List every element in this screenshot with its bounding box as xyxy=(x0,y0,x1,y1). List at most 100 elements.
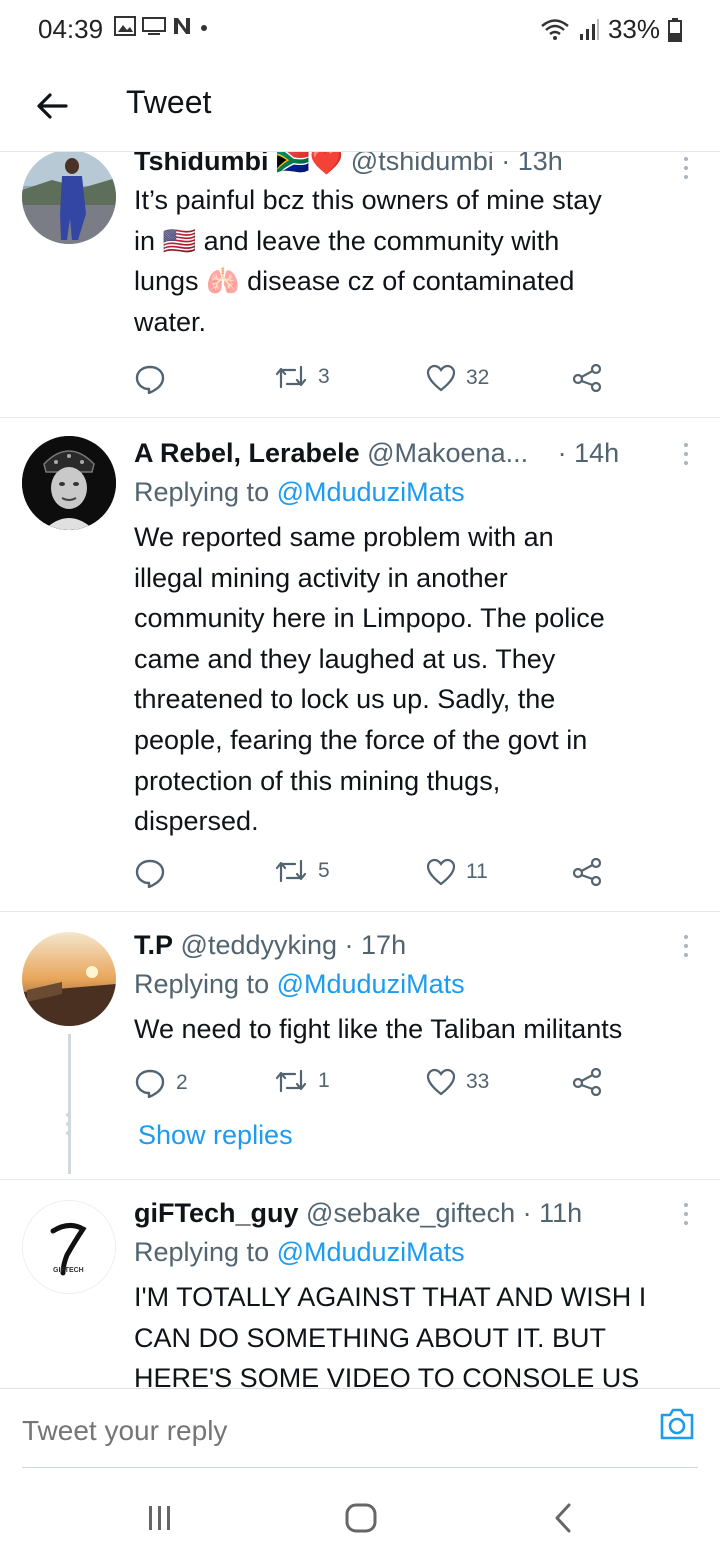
dot-icon xyxy=(201,25,207,31)
heart-icon xyxy=(426,1068,456,1096)
share-icon xyxy=(572,858,602,886)
display-name[interactable]: Tshidumbi xyxy=(134,152,269,176)
tweet-text-line: dispersed. xyxy=(134,806,259,837)
home-icon[interactable] xyxy=(344,1502,378,1534)
mention-link[interactable]: @MduduziMats xyxy=(277,1237,465,1267)
tweet-text-line: water. xyxy=(134,306,207,337)
avatar-logo-text: GIFTECH xyxy=(53,1267,84,1274)
mention-link[interactable]: @MduduziMats xyxy=(277,969,465,999)
tweet-text-line: We reported same problem with an xyxy=(134,522,554,552)
retweet-icon xyxy=(275,1069,307,1093)
reply-button[interactable] xyxy=(134,364,176,394)
tweet-header: giFTech_guy @sebake_giftech · 11h xyxy=(134,1194,700,1232)
tweet-thread[interactable]: Tshidumbi 🇿🇦❤️ @tshidumbi · 13h It’s pai… xyxy=(0,152,720,1388)
replying-to: Replying to @MduduziMats xyxy=(134,472,700,512)
battery-percent: 33% xyxy=(607,14,660,44)
display-name[interactable]: T.P xyxy=(134,930,173,960)
tweet-item[interactable]: GIFTECH giFTech_guy @sebake_giftech · 11… xyxy=(0,1180,720,1388)
thread-dots-icon xyxy=(66,1113,70,1135)
more-options-icon[interactable] xyxy=(682,1202,690,1226)
retweet-icon xyxy=(275,365,307,389)
tweet-header: A Rebel, Lerabele @Makoena... · 14h xyxy=(134,434,700,472)
tweet-time: · 14h xyxy=(557,438,620,468)
top-bar: Tweet xyxy=(0,60,720,152)
tweet-text-line: came and they laughed at us. They xyxy=(134,643,556,674)
tweet-text: It’s painful bcz this owners of mine sta… xyxy=(134,180,700,342)
tweet-actions: 5 11 xyxy=(134,858,614,898)
share-icon xyxy=(572,1068,602,1096)
notification-icons xyxy=(114,16,210,36)
retweet-count: 3 xyxy=(318,365,330,388)
recent-apps-icon[interactable] xyxy=(146,1504,174,1532)
display-name[interactable]: A Rebel, Lerabele xyxy=(134,438,360,468)
share-icon xyxy=(572,364,602,392)
avatar[interactable]: GIFTECH xyxy=(22,1200,116,1294)
tweet-item[interactable]: Tshidumbi 🇿🇦❤️ @tshidumbi · 13h It’s pai… xyxy=(0,152,720,418)
like-count: 32 xyxy=(466,366,490,389)
camera-icon[interactable] xyxy=(658,1405,696,1443)
tweet-time: · 11h xyxy=(522,1198,583,1228)
replying-label: Replying to xyxy=(134,969,270,999)
retweet-button[interactable]: 3 xyxy=(274,364,330,390)
more-options-icon[interactable] xyxy=(682,156,690,180)
tweet-text-line: CAN DO SOMETHING ABOUT IT. BUT xyxy=(134,1322,607,1353)
reply-input[interactable] xyxy=(22,1415,582,1447)
reply-button[interactable] xyxy=(134,858,176,888)
gallery-icon xyxy=(114,16,136,36)
system-navigation-bar xyxy=(0,1470,720,1560)
user-handle[interactable]: @sebake_giftech xyxy=(306,1198,515,1228)
reply-count: 2 xyxy=(176,1071,188,1094)
reply-button[interactable]: 2 xyxy=(134,1068,188,1098)
more-options-icon[interactable] xyxy=(682,442,690,466)
heart-icon xyxy=(426,364,456,392)
tweet-time: · 17h xyxy=(344,930,407,960)
show-replies-link[interactable]: Show replies xyxy=(138,1120,293,1151)
retweet-button[interactable]: 5 xyxy=(274,858,330,884)
tweet-text-line: HERE'S SOME VIDEO TO CONSOLE US xyxy=(134,1363,640,1388)
screen-icon xyxy=(142,17,166,35)
more-options-icon[interactable] xyxy=(682,934,690,958)
like-button[interactable]: 11 xyxy=(426,858,488,886)
tweet-header: Tshidumbi 🇿🇦❤️ @tshidumbi · 13h xyxy=(134,152,700,180)
tweet-item[interactable]: A Rebel, Lerabele @Makoena... · 14h Repl… xyxy=(0,418,720,912)
avatar[interactable] xyxy=(22,436,116,530)
reply-icon xyxy=(135,365,165,394)
display-name[interactable]: giFTech_guy xyxy=(134,1198,299,1228)
thread-line xyxy=(68,1034,71,1174)
retweet-button[interactable]: 1 xyxy=(274,1068,330,1094)
page-title: Tweet xyxy=(126,84,212,120)
tweet-text-line: in 🇺🇸 and leave the community with xyxy=(134,225,560,256)
tweet-item[interactable]: T.P @teddyyking · 17h Replying to @Mdudu… xyxy=(0,912,720,1180)
tweet-text-line: lungs 🫁 disease cz of contaminated xyxy=(134,266,575,297)
like-button[interactable]: 32 xyxy=(426,364,489,392)
replying-label: Replying to xyxy=(134,1237,270,1267)
reply-composer xyxy=(0,1388,720,1468)
like-count: 33 xyxy=(466,1070,490,1093)
composer-underline xyxy=(22,1467,698,1468)
user-handle[interactable]: @teddyyking xyxy=(181,930,338,960)
wifi-icon xyxy=(541,18,569,40)
back-nav-icon[interactable] xyxy=(552,1502,574,1534)
retweet-count: 1 xyxy=(318,1069,330,1092)
like-button[interactable]: 33 xyxy=(426,1068,489,1096)
share-button[interactable] xyxy=(572,858,602,886)
like-count: 11 xyxy=(466,860,488,883)
user-handle[interactable]: @tshidumbi xyxy=(351,152,494,176)
heart-icon xyxy=(426,858,456,886)
tweet-text-line: protection of this mining thugs, xyxy=(134,765,501,796)
name-emoji: 🇿🇦❤️ xyxy=(276,152,344,176)
share-button[interactable] xyxy=(572,1068,602,1096)
user-handle[interactable]: @Makoena... xyxy=(367,438,528,468)
tweet-actions: 2 1 33 xyxy=(134,1068,614,1108)
reply-icon xyxy=(135,859,165,888)
mention-link[interactable]: @MduduziMats xyxy=(277,477,465,507)
tweet-text: We reported same problem with an illegal… xyxy=(134,517,700,842)
signal-icon xyxy=(579,18,599,40)
back-arrow-icon[interactable] xyxy=(34,88,70,124)
tweet-actions: 3 32 xyxy=(134,364,614,404)
share-button[interactable] xyxy=(572,364,602,392)
avatar[interactable] xyxy=(22,932,116,1026)
tweet-text-line: threatened to lock us up. Sadly, the xyxy=(134,684,556,715)
avatar[interactable] xyxy=(22,152,116,244)
tweet-text-line: It’s painful bcz this owners of mine sta… xyxy=(134,185,602,215)
